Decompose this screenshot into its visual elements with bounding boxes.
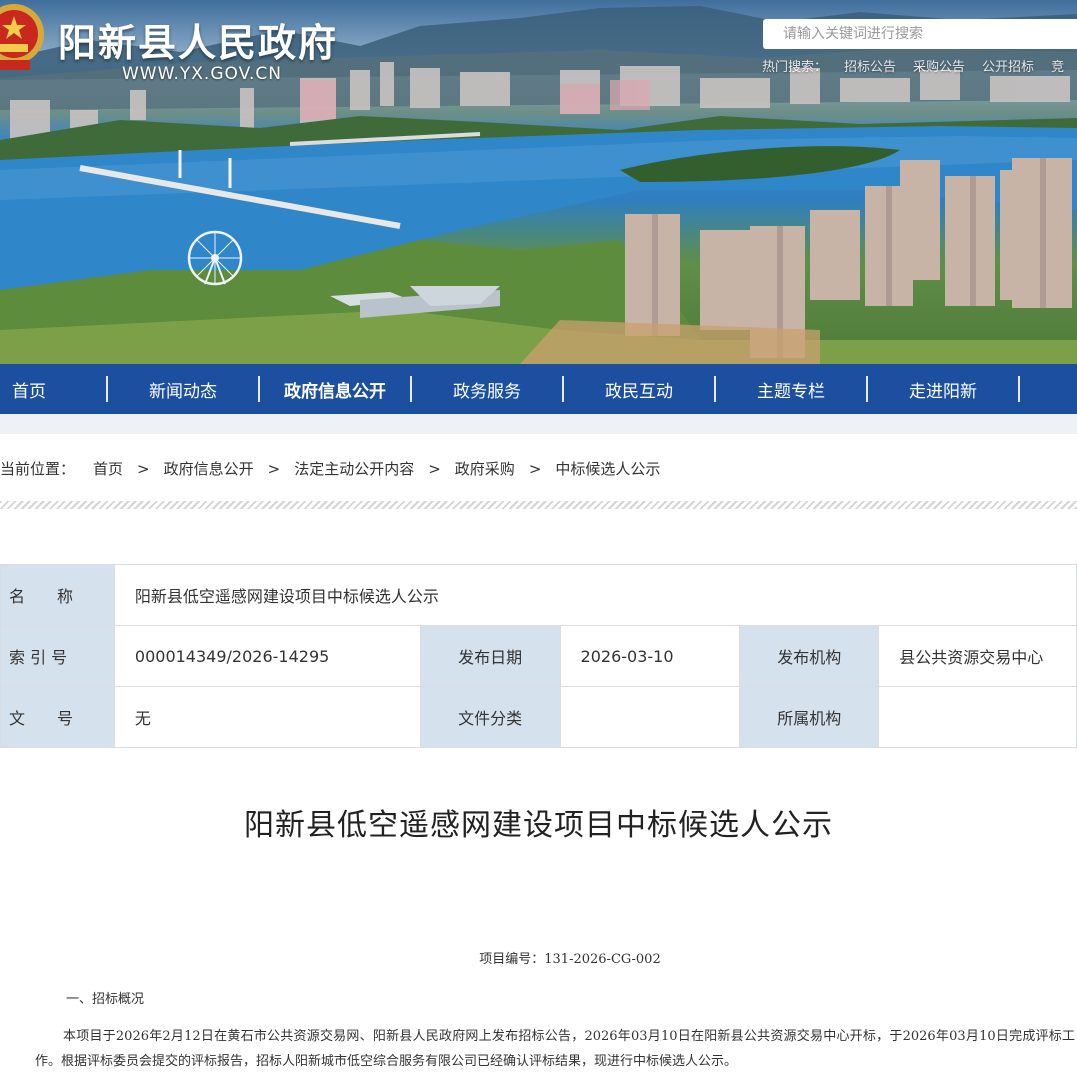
- table-row: 文 号 无 文件分类 所属机构: [0, 686, 1077, 748]
- name-value: 阳新县低空遥感网建设项目中标候选人公示: [113, 564, 1077, 626]
- nav-item-interaction[interactable]: 政民互动: [564, 377, 714, 402]
- nav-item-about[interactable]: 走进阳新: [868, 377, 1018, 402]
- nav-item-home[interactable]: 首页: [0, 377, 106, 402]
- date-value: 2026-03-10: [559, 625, 741, 687]
- national-emblem-icon: [0, 4, 44, 70]
- header-banner: 阳新县人民政府 WWW.YX.GOV.CN 热门搜索： 招标公告 采购公告 公开…: [0, 0, 1077, 364]
- category-value: [559, 686, 741, 748]
- breadcrumb-separator: >: [528, 459, 542, 478]
- doc-no-value: 无: [113, 686, 421, 748]
- name-label: 名 称: [0, 564, 115, 626]
- nav-shadow-strip: [0, 414, 1077, 434]
- nav-item-news[interactable]: 新闻动态: [108, 377, 258, 402]
- hot-search-label: 热门搜索：: [762, 60, 828, 75]
- article-paragraph: 本项目于2026年2月12日在黄石市公共资源交易网、阳新县人民政府网上发布招标公…: [35, 1029, 1075, 1069]
- hot-link-open-tender[interactable]: 公开招标: [982, 56, 1034, 75]
- hot-link-more[interactable]: 竞: [1051, 56, 1064, 75]
- breadcrumb-separator: >: [428, 459, 441, 478]
- table-row: 索 引 号 000014349/2026-14295 发布日期 2026-03-…: [0, 625, 1077, 687]
- category-label: 文件分类: [419, 686, 561, 748]
- breadcrumb-separator: >: [267, 459, 281, 478]
- breadcrumb-statutory[interactable]: 法定主动公开内容: [294, 458, 414, 479]
- nav-item-topics[interactable]: 主题专栏: [716, 377, 866, 402]
- org-label: 发布机构: [739, 625, 880, 687]
- main-nav: 首页 新闻动态 政府信息公开 政务服务 政民互动 主题专栏 走进阳新 数据: [0, 364, 1077, 414]
- belong-org-label: 所属机构: [739, 686, 880, 748]
- belong-org-value: [878, 686, 1077, 748]
- nav-item-data[interactable]: 数据: [1020, 377, 1077, 402]
- nav-item-services[interactable]: 政务服务: [412, 377, 562, 402]
- index-value: 000014349/2026-14295: [113, 625, 421, 687]
- section-heading: 一、招标概况: [66, 992, 145, 1007]
- breadcrumb-procurement[interactable]: 政府采购: [455, 458, 515, 479]
- project-number: 项目编号：131-2026-CG-002: [479, 952, 661, 967]
- breadcrumb-home[interactable]: 首页: [93, 458, 123, 479]
- hot-search-links: 热门搜索： 招标公告 采购公告 公开招标 竞: [762, 56, 1077, 75]
- dotted-divider: [0, 501, 1077, 509]
- index-label: 索 引 号: [0, 625, 115, 687]
- breadcrumb-gov-info[interactable]: 政府信息公开: [164, 458, 254, 479]
- site-title: 阳新县人民政府: [58, 21, 339, 65]
- breadcrumb-current[interactable]: 中标候选人公示: [555, 458, 660, 479]
- document-info-table: 名 称 阳新县低空遥感网建设项目中标候选人公示 索 引 号 000014349/…: [0, 564, 1077, 748]
- search-input[interactable]: [763, 19, 1077, 49]
- site-url: WWW.YX.GOV.CN: [122, 64, 282, 84]
- date-label: 发布日期: [419, 625, 561, 687]
- breadcrumb-separator: >: [137, 459, 150, 478]
- hot-link-tender[interactable]: 招标公告: [844, 56, 896, 75]
- hot-link-purchase[interactable]: 采购公告: [913, 56, 965, 75]
- breadcrumb: 当前位置： 首页 > 政府信息公开 > 法定主动公开内容 > 政府采购 > 中标…: [0, 458, 660, 479]
- nav-item-gov-info[interactable]: 政府信息公开: [260, 377, 410, 402]
- article-title: 阳新县低空遥感网建设项目中标候选人公示: [244, 808, 833, 843]
- breadcrumb-prefix: 当前位置：: [0, 460, 76, 478]
- doc-no-label: 文 号: [0, 686, 115, 748]
- table-row: 名 称 阳新县低空遥感网建设项目中标候选人公示: [0, 564, 1077, 626]
- org-value: 县公共资源交易中心: [878, 625, 1077, 687]
